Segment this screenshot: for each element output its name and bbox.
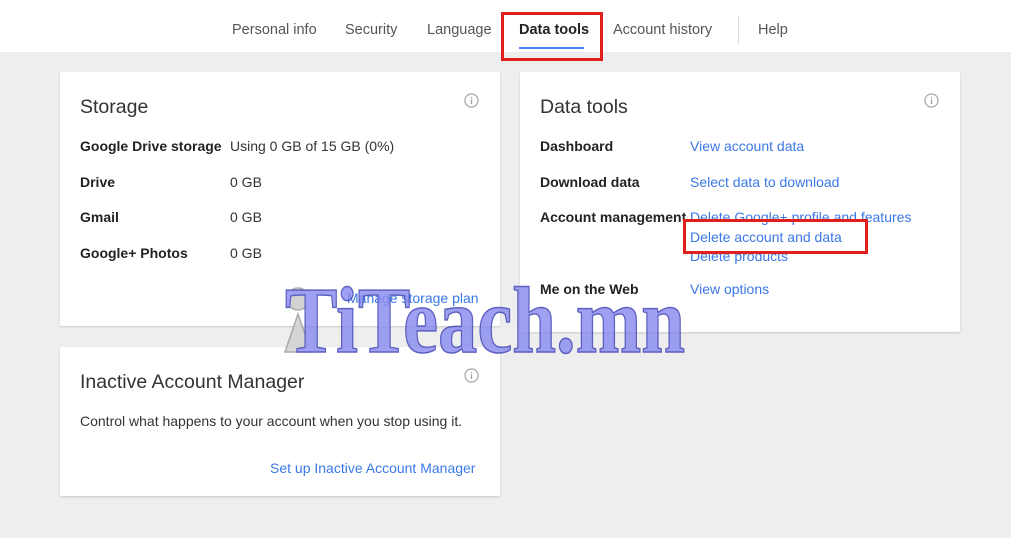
view-options-link[interactable]: View options: [690, 281, 769, 297]
account-management-label: Account management: [540, 209, 687, 225]
setup-inactive-account-manager-link[interactable]: Set up Inactive Account Manager: [270, 460, 475, 476]
manage-storage-plan-link[interactable]: Manage storage plan: [347, 290, 479, 306]
tab-language[interactable]: Language: [427, 0, 492, 52]
inactive-card-title: Inactive Account Manager: [80, 371, 305, 393]
top-navigation: Personal info Security Language Data too…: [0, 0, 1011, 52]
info-icon[interactable]: [464, 368, 479, 383]
tab-personal-info[interactable]: Personal info: [232, 0, 317, 52]
storage-label-gmail: Gmail: [80, 209, 119, 225]
data-tools-card-title: Data tools: [540, 96, 628, 118]
select-data-to-download-link[interactable]: Select data to download: [690, 174, 839, 190]
tab-security[interactable]: Security: [345, 0, 397, 52]
delete-products-link[interactable]: Delete products: [690, 248, 788, 264]
tab-help[interactable]: Help: [758, 0, 788, 52]
active-tab-indicator: [519, 47, 584, 49]
download-data-label: Download data: [540, 174, 640, 190]
inactive-account-manager-card: Inactive Account Manager Control what ha…: [60, 347, 500, 496]
data-tools-card: Data tools Dashboard View account data D…: [520, 72, 960, 332]
storage-value-google-drive: Using 0 GB of 15 GB (0%): [230, 138, 395, 154]
storage-value-google-photos: 0 GB: [230, 245, 262, 261]
delete-google-plus-profile-link[interactable]: Delete Google+ profile and features: [690, 209, 911, 225]
info-icon[interactable]: [464, 93, 479, 108]
storage-value-gmail: 0 GB: [230, 209, 262, 225]
storage-card-title: Storage: [80, 96, 149, 118]
info-icon[interactable]: [924, 93, 939, 108]
storage-label-google-photos: Google+ Photos: [80, 245, 188, 261]
view-account-data-link[interactable]: View account data: [690, 138, 804, 154]
tab-divider: [738, 17, 739, 44]
me-on-the-web-label: Me on the Web: [540, 281, 639, 297]
tab-account-history[interactable]: Account history: [613, 0, 712, 52]
storage-card: Storage Google Drive storage Using 0 GB …: [60, 72, 500, 326]
storage-label-drive: Drive: [80, 174, 116, 190]
delete-account-and-data-link[interactable]: Delete account and data: [690, 229, 842, 245]
tab-data-tools[interactable]: Data tools: [519, 0, 589, 52]
inactive-description: Control what happens to your account whe…: [80, 413, 463, 429]
storage-value-drive: 0 GB: [230, 174, 262, 190]
dashboard-label: Dashboard: [540, 138, 614, 154]
storage-label-google-drive: Google Drive storage: [80, 138, 222, 154]
